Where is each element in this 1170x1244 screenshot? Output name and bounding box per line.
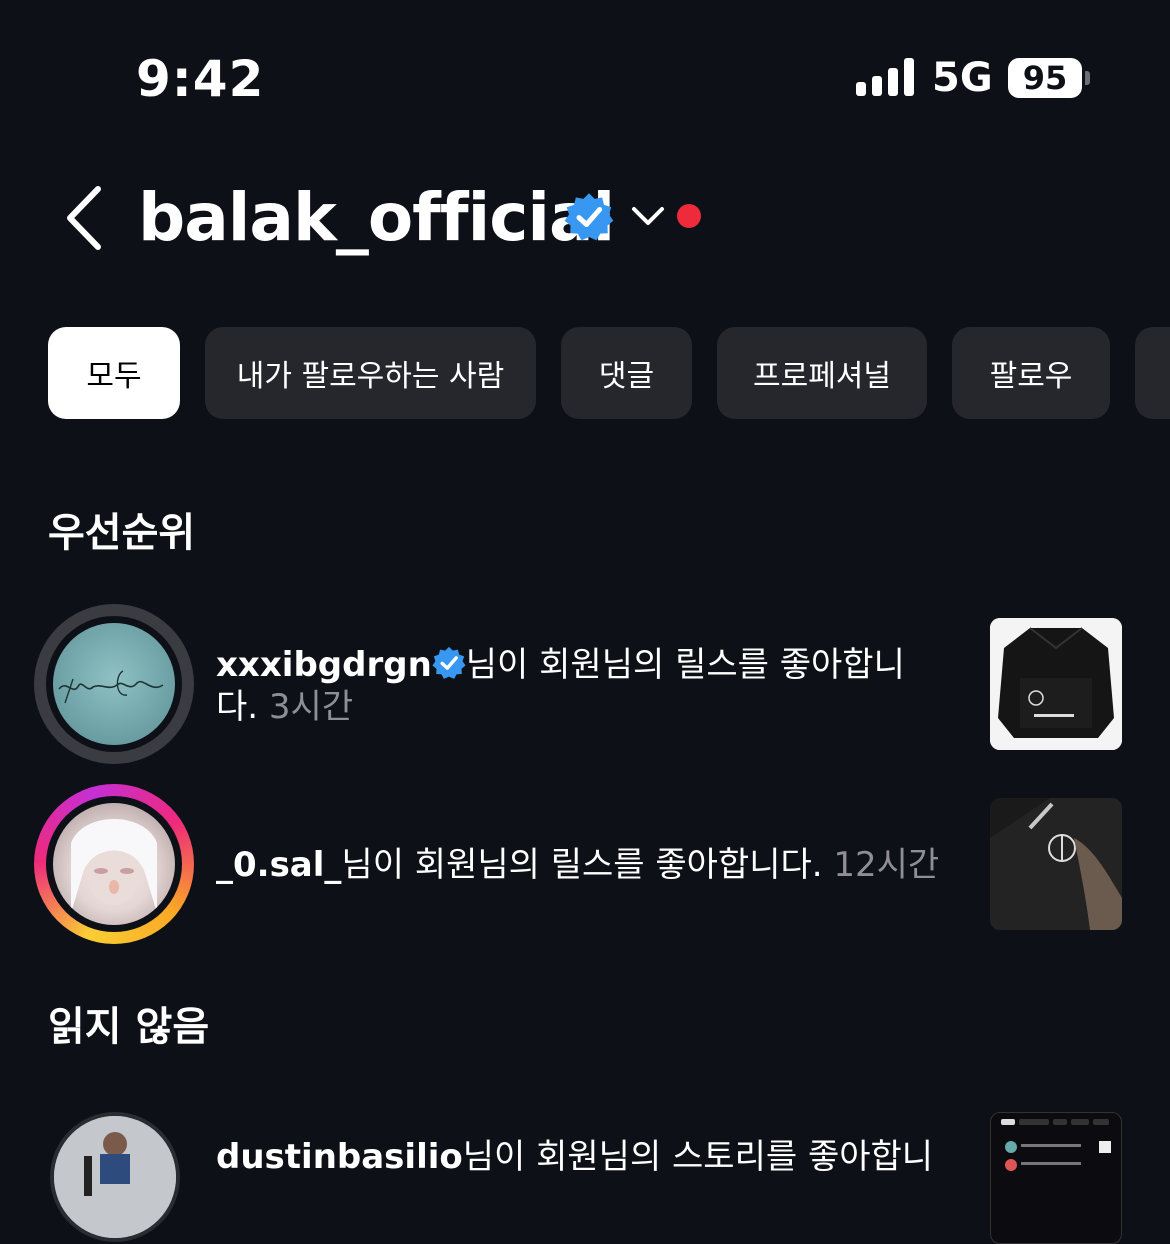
- reel-thumbnail[interactable]: [990, 618, 1122, 750]
- filter-chip-follows[interactable]: 팔로우: [952, 327, 1110, 419]
- network-type: 5G: [932, 55, 993, 101]
- garment-image: [990, 798, 1122, 930]
- filter-chip-professional[interactable]: 프로페셔널: [717, 327, 927, 419]
- signature-logo: [58, 670, 164, 704]
- chevron-down-icon[interactable]: [630, 202, 666, 230]
- filter-chip-following[interactable]: 내가 팔로우하는 사람: [205, 327, 536, 419]
- notification-username[interactable]: xxxibgdrgn: [216, 645, 432, 685]
- notification-username[interactable]: _0.sal_: [216, 845, 341, 885]
- notification-text[interactable]: xxxibgdrgn 님이 회원님의 릴스를 좋아합니다. 3시간: [216, 644, 916, 728]
- screenshot-preview: [1001, 1119, 1111, 1171]
- jacket-image: [990, 618, 1122, 750]
- account-username[interactable]: balak_official: [138, 178, 615, 258]
- notification-dot: [677, 204, 701, 228]
- notification-username[interactable]: dustinbasilio: [216, 1137, 463, 1177]
- notification-time: 3시간: [268, 687, 354, 727]
- filter-chip-all[interactable]: 모두: [48, 327, 180, 419]
- avatar-story-ring[interactable]: [34, 784, 194, 944]
- cellular-signal-icon: [856, 58, 914, 96]
- story-thumbnail[interactable]: [990, 1112, 1122, 1244]
- notification-message: 님이 회원님의 릴스를 좋아합니다.: [341, 845, 823, 885]
- avatar[interactable]: [50, 1112, 180, 1242]
- reel-thumbnail[interactable]: [990, 798, 1122, 930]
- section-title-priority: 우선순위: [48, 510, 196, 556]
- battery-icon: 95: [1008, 58, 1082, 98]
- verified-badge-icon: [564, 193, 614, 241]
- back-arrow-icon[interactable]: [60, 183, 120, 253]
- notification-text[interactable]: _0.sal_님이 회원님의 릴스를 좋아합니다. 12시간: [216, 844, 956, 886]
- notification-time: 12시간: [833, 845, 940, 885]
- filter-chip-comments[interactable]: 댓글: [561, 327, 692, 419]
- section-title-unread: 읽지 않음: [48, 1004, 210, 1050]
- filter-chip-overflow[interactable]: [1135, 327, 1170, 419]
- notification-message-end: 다.: [216, 687, 259, 727]
- battery-nub: [1085, 71, 1090, 85]
- status-bar-time: 9:42: [136, 50, 265, 108]
- notification-message: 님이 회원님의 스토리를 좋아합니: [462, 1137, 934, 1177]
- avatar[interactable]: [34, 604, 194, 764]
- profile-photo: [54, 1116, 176, 1238]
- profile-photo: [71, 819, 157, 913]
- battery-level: 95: [1022, 59, 1068, 97]
- notification-text[interactable]: dustinbasilio님이 회원님의 스토리를 좋아합니: [216, 1136, 956, 1178]
- verified-badge-icon: [432, 646, 466, 679]
- notification-message: 님이 회원님의 릴스를 좋아합니: [465, 645, 905, 685]
